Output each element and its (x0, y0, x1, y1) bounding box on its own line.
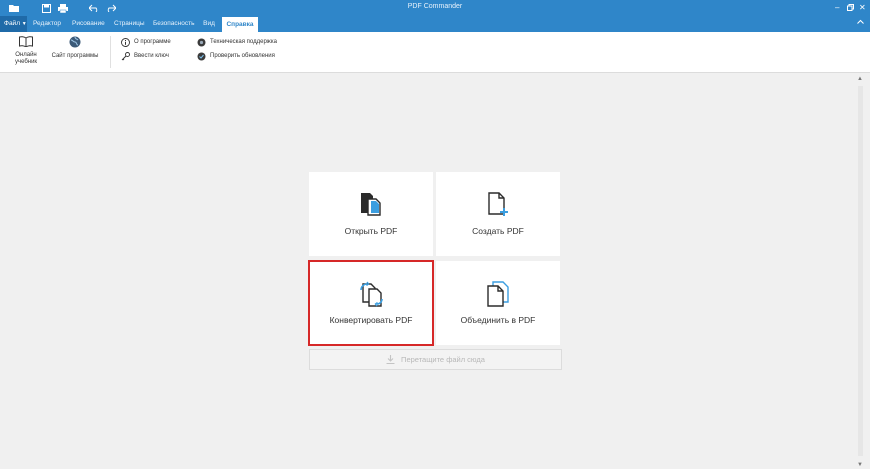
enter-key-button[interactable]: Ввести ключ (121, 51, 169, 61)
ribbon-divider (110, 36, 111, 68)
tab-file-label: Файл (4, 20, 20, 27)
tab-file[interactable]: Файл ▼ (0, 16, 27, 32)
globe-icon (50, 36, 100, 51)
convert-pdf-icon (358, 281, 384, 312)
support-label: Техническая поддержка (210, 39, 277, 45)
restore-icon[interactable] (847, 2, 854, 14)
window-title: PDF Commander (407, 3, 463, 10)
key-icon (121, 51, 130, 60)
scroll-down-icon[interactable]: ▼ (857, 462, 863, 468)
convert-pdf-card[interactable]: Конвертировать PDF (308, 260, 434, 346)
about-label: О программе (134, 39, 171, 45)
ribbon-tabs: Файл ▼ Редактор Рисование Страницы Безоп… (0, 16, 870, 32)
headset-icon (197, 38, 206, 46)
drop-zone-label: Перетащите файл сюда (401, 355, 485, 364)
info-icon (121, 37, 130, 47)
minimize-icon[interactable]: – (835, 2, 839, 14)
convert-pdf-label: Конвертировать PDF (329, 315, 413, 325)
ribbon-panel: Онлайн учебник Сайт программы О программ… (0, 32, 870, 73)
tab-drawing[interactable]: Рисование (72, 16, 105, 32)
drop-zone[interactable]: Перетащите файл сюда (309, 349, 562, 370)
about-button[interactable]: О программе (121, 37, 171, 47)
title-bar: PDF Commander – ✕ (0, 0, 870, 16)
create-pdf-card[interactable]: Создать PDF (436, 172, 560, 256)
enter-key-label: Ввести ключ (134, 53, 169, 59)
create-pdf-label: Создать PDF (472, 226, 524, 236)
close-icon[interactable]: ✕ (859, 2, 866, 14)
open-pdf-label: Открыть PDF (344, 226, 398, 236)
tab-help[interactable]: Справка (222, 17, 258, 32)
merge-pdf-label: Объединить в PDF (460, 315, 536, 325)
check-updates-label: Проверить обновления (210, 53, 275, 59)
online-tutorial-button[interactable]: Онлайн учебник (10, 36, 42, 66)
create-pdf-icon (486, 192, 510, 223)
check-updates-button[interactable]: Проверить обновления (197, 51, 275, 61)
collapse-ribbon-icon[interactable] (857, 19, 864, 26)
update-icon (197, 52, 206, 60)
open-pdf-icon (358, 192, 384, 221)
tab-view[interactable]: Вид (202, 16, 216, 32)
vertical-scrollbar[interactable]: ▲ ▼ (857, 76, 864, 468)
download-icon (386, 355, 395, 364)
support-button[interactable]: Техническая поддержка (197, 37, 277, 47)
site-button[interactable]: Сайт программы (50, 36, 100, 60)
tab-editor[interactable]: Редактор (33, 16, 61, 32)
merge-pdf-card[interactable]: Объединить в PDF (436, 261, 560, 345)
merge-pdf-icon (485, 281, 511, 312)
tab-security[interactable]: Безопасность (153, 16, 194, 32)
chevron-down-icon: ▼ (21, 21, 27, 27)
site-label: Сайт программы (51, 53, 99, 59)
book-icon (10, 36, 42, 50)
tab-pages[interactable]: Страницы (114, 16, 145, 32)
online-tutorial-label: Онлайн учебник (14, 52, 38, 65)
open-pdf-card[interactable]: Открыть PDF (309, 172, 433, 256)
scroll-thumb[interactable] (858, 86, 863, 456)
scroll-up-icon[interactable]: ▲ (857, 76, 863, 82)
